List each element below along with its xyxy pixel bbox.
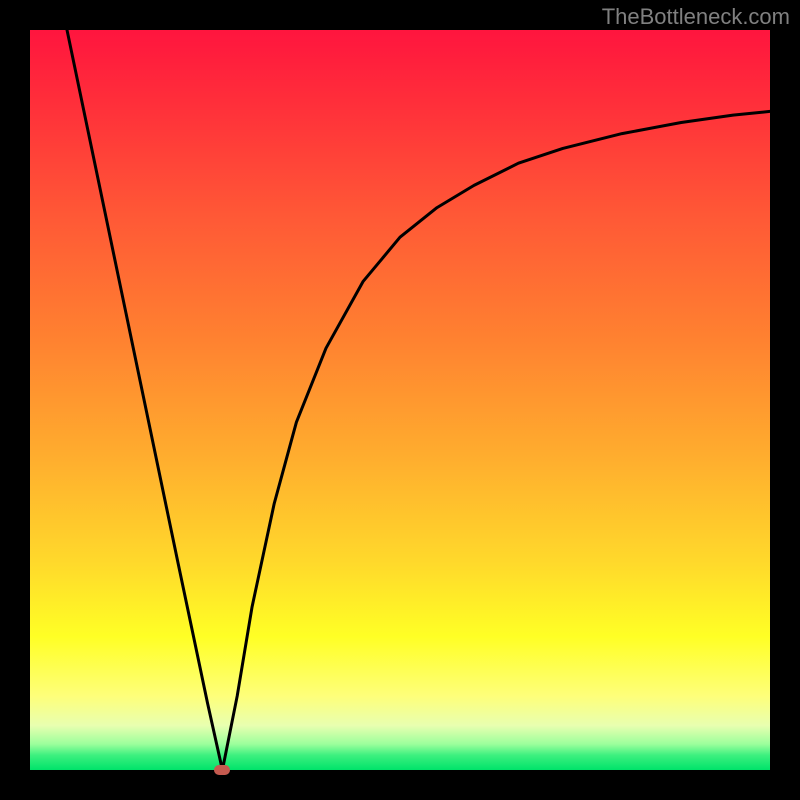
bottleneck-curve [30, 30, 770, 770]
chart-frame: TheBottleneck.com [0, 0, 800, 800]
plot-area [30, 30, 770, 770]
attribution-text: TheBottleneck.com [602, 4, 790, 30]
optimum-marker [214, 765, 230, 775]
